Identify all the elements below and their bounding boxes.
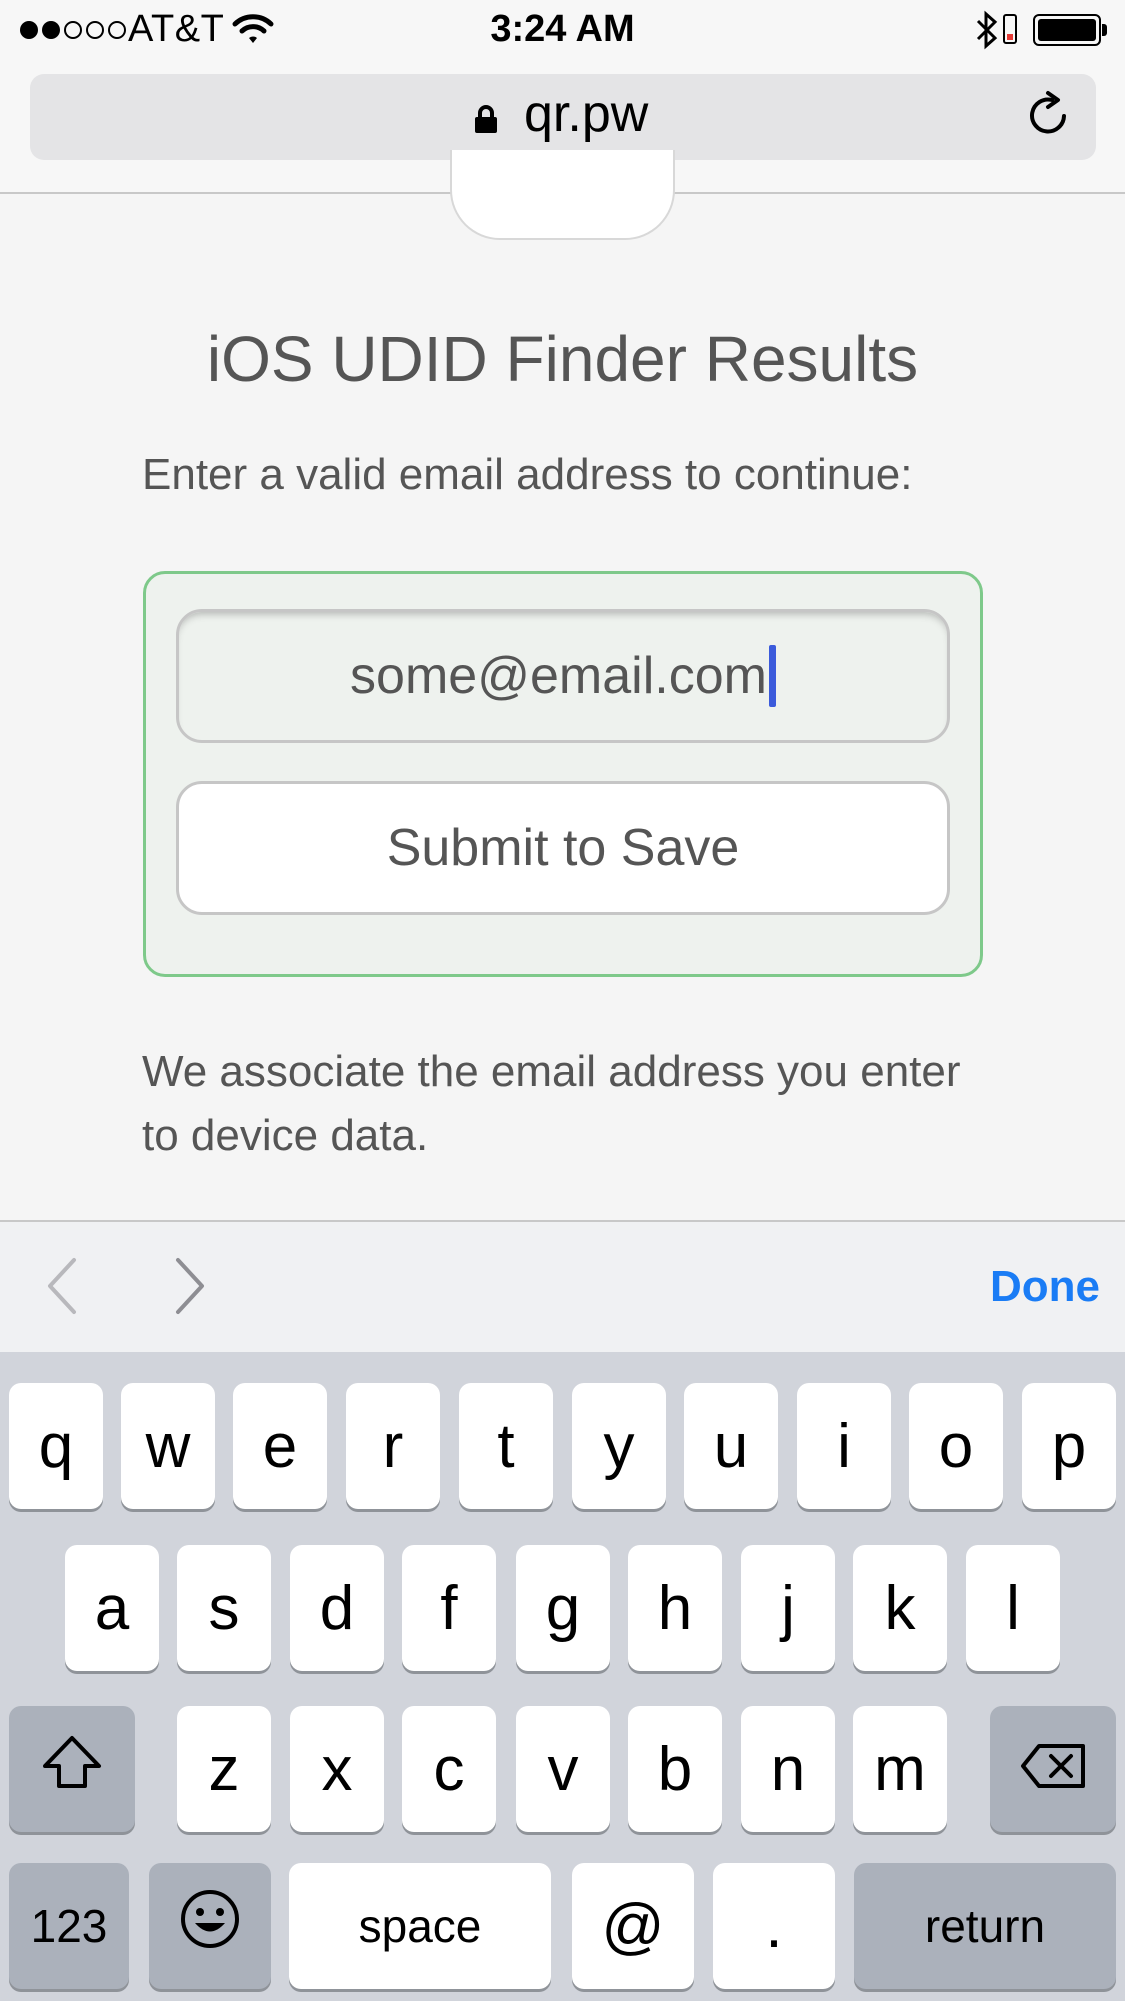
submit-button[interactable]: Submit to Save xyxy=(176,781,950,915)
delete-key[interactable] xyxy=(990,1706,1116,1832)
space-key-label: space xyxy=(358,1900,482,1952)
key-i[interactable]: i xyxy=(797,1383,891,1509)
email-field[interactable]: some@email.com xyxy=(176,609,950,743)
reload-icon[interactable] xyxy=(1026,90,1072,145)
done-button[interactable]: Done xyxy=(990,1262,1100,1312)
battery-tip xyxy=(1102,24,1107,36)
numbers-key-label: 123 xyxy=(30,1900,108,1952)
key-f[interactable]: f xyxy=(402,1545,496,1671)
key-k[interactable]: k xyxy=(853,1545,947,1671)
at-key[interactable]: @ xyxy=(572,1863,694,1989)
key-r[interactable]: r xyxy=(346,1383,440,1509)
key-o[interactable]: o xyxy=(909,1383,1003,1509)
key-z[interactable]: z xyxy=(177,1706,271,1832)
dot-key[interactable]: . xyxy=(713,1863,835,1989)
return-key-label: return xyxy=(924,1900,1046,1952)
instruction-text: Enter a valid email address to continue: xyxy=(142,450,913,499)
space-key[interactable]: space xyxy=(289,1863,551,1989)
device-battery-icon xyxy=(1003,14,1017,44)
chevron-left-icon[interactable] xyxy=(44,1256,80,1321)
bluetooth-icon xyxy=(975,10,999,55)
status-time: 3:24 AM xyxy=(490,8,635,50)
key-c[interactable]: c xyxy=(402,1706,496,1832)
emoji-key[interactable] xyxy=(149,1863,271,1989)
key-x[interactable]: x xyxy=(290,1706,384,1832)
key-a[interactable]: a xyxy=(65,1545,159,1671)
key-l[interactable]: l xyxy=(966,1545,1060,1671)
form-accessory-bar xyxy=(0,1220,1125,1354)
key-h[interactable]: h xyxy=(628,1545,722,1671)
key-t[interactable]: t xyxy=(459,1383,553,1509)
page-logo-tab xyxy=(450,150,675,240)
email-field-value: some@email.com xyxy=(350,647,767,705)
page-title: iOS UDID Finder Results xyxy=(206,323,919,395)
emoji-icon xyxy=(179,1888,241,1965)
privacy-note: We associate the email address you enter… xyxy=(142,1047,961,1160)
url-text[interactable]: qr.pw xyxy=(524,84,648,144)
key-v[interactable]: v xyxy=(516,1706,610,1832)
key-u[interactable]: u xyxy=(684,1383,778,1509)
key-n[interactable]: n xyxy=(741,1706,835,1832)
key-j[interactable]: j xyxy=(741,1545,835,1671)
key-g[interactable]: g xyxy=(516,1545,610,1671)
key-s[interactable]: s xyxy=(177,1545,271,1671)
key-p[interactable]: p xyxy=(1022,1383,1116,1509)
key-d[interactable]: d xyxy=(290,1545,384,1671)
return-key[interactable]: return xyxy=(854,1863,1116,1989)
lock-icon xyxy=(474,104,498,134)
key-q[interactable]: q xyxy=(9,1383,103,1509)
shift-icon xyxy=(41,1734,103,1805)
key-y[interactable]: y xyxy=(572,1383,666,1509)
key-w[interactable]: w xyxy=(121,1383,215,1509)
key-b[interactable]: b xyxy=(628,1706,722,1832)
chevron-right-icon[interactable] xyxy=(172,1256,208,1321)
key-m[interactable]: m xyxy=(853,1706,947,1832)
shift-key[interactable] xyxy=(9,1706,135,1832)
numbers-key[interactable]: 123 xyxy=(9,1863,129,1989)
battery-icon xyxy=(1033,14,1101,46)
key-e[interactable]: e xyxy=(233,1383,327,1509)
delete-icon xyxy=(1019,1734,1087,1805)
text-caret xyxy=(768,645,776,707)
keyboard: q w e r t y u i o p a s d f g h j k l z … xyxy=(0,1352,1125,2001)
